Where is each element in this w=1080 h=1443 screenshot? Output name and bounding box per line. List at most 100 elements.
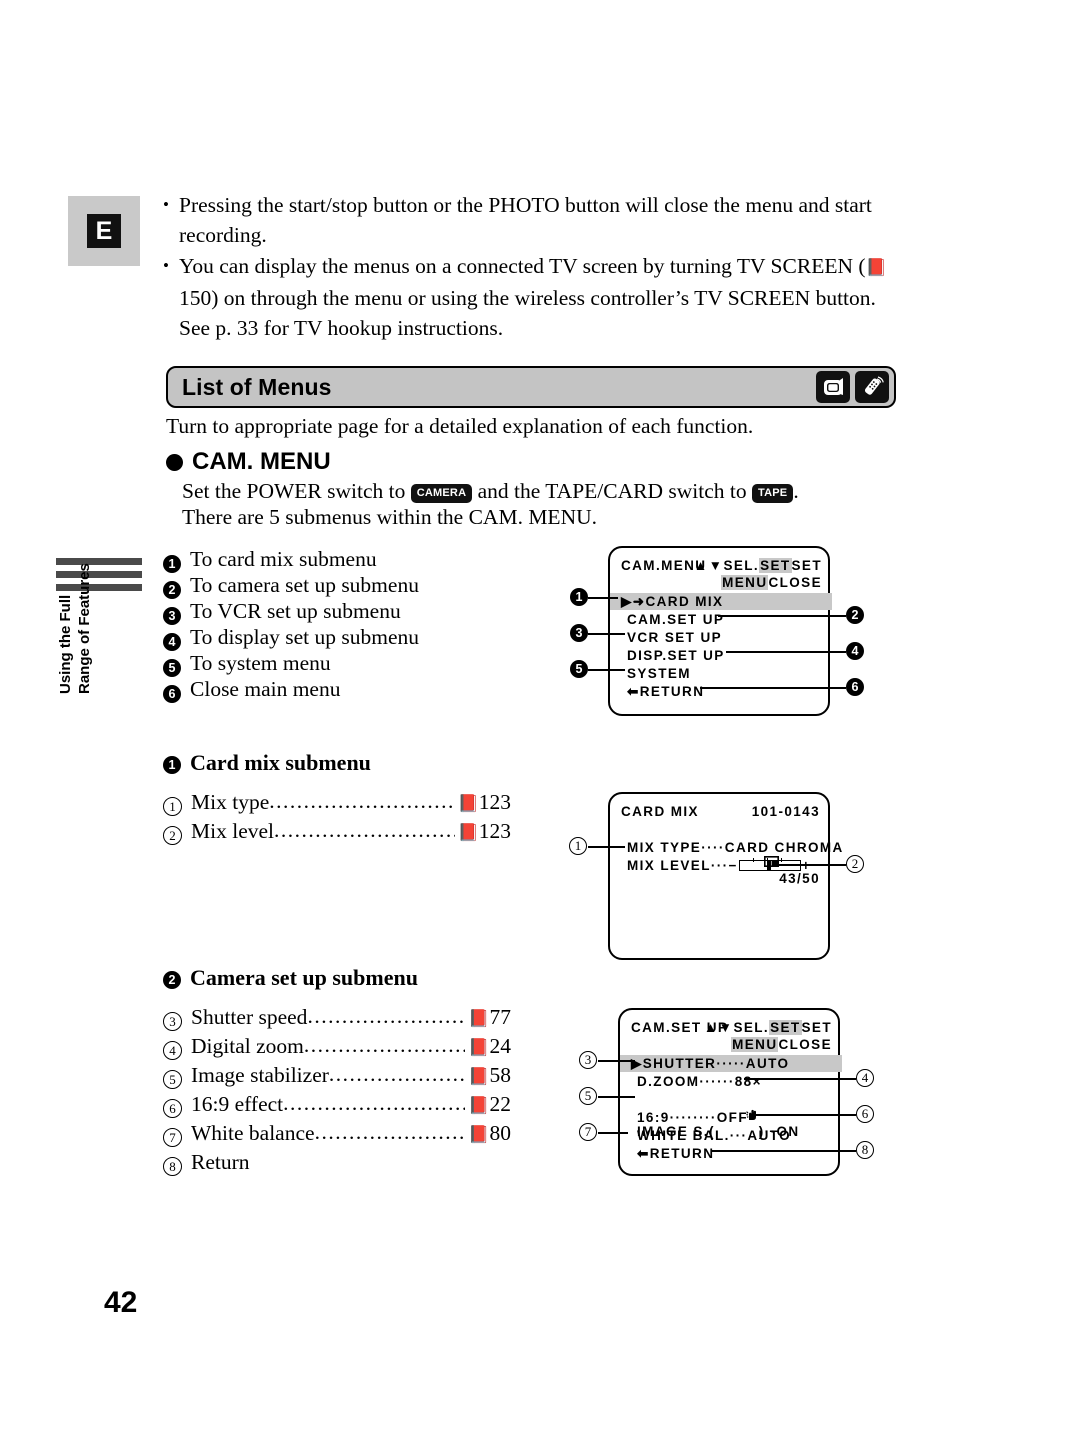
callout-cam-setup-4: 4 <box>856 1069 874 1087</box>
card-mix-subheading-text: Card mix submenu <box>190 750 371 775</box>
set-power-mid: and the TAPE/CARD switch to <box>477 479 747 503</box>
leader-line-2 <box>718 615 846 617</box>
legend-label-6: Close main menu <box>190 677 341 701</box>
set-power-instructions: Set the POWER switch to CAMERA and the T… <box>182 478 882 530</box>
lcd-cam-menu-item-3[interactable]: VCR SET UP <box>627 629 722 646</box>
intro-bullet-2: • You can display the menus on a connect… <box>163 251 893 343</box>
ref-badge-2: 2 <box>163 826 182 845</box>
callout-4: 4 <box>846 642 864 660</box>
callout-cam-setup-5: 5 <box>579 1087 597 1105</box>
legend-badge-5: 5 <box>163 659 181 677</box>
cam-menu-heading: CAM. MENU <box>166 448 331 476</box>
lcd-mix-type-label: MIX TYPE···· <box>627 840 725 855</box>
ref-label-8: Return <box>191 1150 250 1174</box>
ref-leader: ........................................… <box>274 818 455 842</box>
lcd-cam-menu-item-5[interactable]: SYSTEM <box>627 665 691 682</box>
lcd-screen-cam-menu: CAM.MENU ▲▼SEL.SETSET MENUCLOSE ▶➜CARD M… <box>608 546 832 716</box>
card-mix-subheading: 1 Card mix submenu <box>163 750 371 776</box>
leader-line-cam-setup-4 <box>744 1078 856 1080</box>
ref-page-number-3: 77 <box>489 1005 512 1029</box>
page-title: List of Menus <box>182 373 332 400</box>
list-item: 2 To camera set up submenu <box>163 572 419 599</box>
leader-line-3 <box>588 633 625 635</box>
ref-page-5: 📕58 <box>465 1063 511 1088</box>
lcd-card-mix-title: CARD MIX <box>621 804 699 819</box>
camcorder-icon <box>816 371 850 403</box>
lcd-hint-set: SET <box>769 1020 802 1035</box>
ref-leader: ........................................… <box>303 1033 465 1057</box>
camera-setup-subheading-text: Camera set up submenu <box>190 965 418 990</box>
leader-line-card-mix-2 <box>772 864 846 866</box>
book-reference-icon: 📕 <box>468 1125 490 1145</box>
leader-line-5 <box>588 669 625 671</box>
leader-line-cam-setup-3 <box>598 1060 635 1062</box>
mix-level-slider-knob[interactable] <box>766 860 771 871</box>
ref-label-2: Mix level <box>191 819 274 843</box>
intro-bullet-2-paren-open: ( <box>858 254 866 278</box>
lcd-card-mix-row-mix-type[interactable]: MIX TYPE····CARD CHROMA <box>627 839 844 856</box>
callout-cam-setup-7: 7 <box>579 1123 597 1141</box>
lcd-cam-setup-item-white-bal[interactable]: WHITE BAL.···AUTO <box>637 1127 791 1144</box>
ref-leader: ........................................… <box>269 789 455 813</box>
set-power-pre: Set the POWER switch to <box>182 479 406 503</box>
callout-cam-setup-3: 3 <box>579 1051 597 1069</box>
lcd-hint-sel: ▲▼SEL. <box>703 1020 770 1035</box>
list-item: 6 Close main menu <box>163 676 419 703</box>
list-item: 1 To card mix submenu <box>163 546 419 573</box>
ref-page-number-5: 58 <box>489 1063 512 1087</box>
leader-line-cam-setup-6 <box>752 1114 856 1116</box>
legend-badge-3: 3 <box>163 607 181 625</box>
legend-label-2: To camera set up submenu <box>190 573 419 597</box>
list-item: 8 Return <box>163 1150 511 1179</box>
camera-setup-subheading-badge: 2 <box>163 971 181 989</box>
legend-badge-1: 1 <box>163 555 181 573</box>
camera-setup-subheading: 2 Camera set up submenu <box>163 965 418 991</box>
ref-badge-8: 8 <box>163 1157 182 1176</box>
lcd-cam-setup-item-return[interactable]: ⬅RETURN <box>637 1145 714 1162</box>
book-reference-icon: 📕 <box>457 794 479 814</box>
ref-page-4: 📕24 <box>465 1034 511 1059</box>
lcd-card-mix-file-no: 101-0143 <box>751 804 820 819</box>
book-reference-icon: 📕 <box>468 1009 490 1029</box>
callout-2: 2 <box>846 606 864 624</box>
lcd-cam-menu-item-4[interactable]: DISP.SET UP <box>627 647 725 664</box>
lcd-cam-menu-item-6[interactable]: ⬅RETURN <box>627 683 704 700</box>
ref-page-number-4: 24 <box>489 1034 512 1058</box>
intro-bullet-1-text: Pressing the start/stop button or the PH… <box>179 193 872 247</box>
lcd-hint-close: CLOSE <box>768 575 822 590</box>
ref-label-4: Digital zoom <box>191 1034 304 1058</box>
key-tape-badge: TAPE <box>751 484 794 503</box>
lcd-cam-setup-item-169[interactable]: 16:9········OFF <box>637 1109 748 1126</box>
callout-cam-setup-8: 8 <box>856 1141 874 1159</box>
callout-card-mix-2: 2 <box>846 855 864 873</box>
list-item: 1 Mix type .............................… <box>163 789 511 819</box>
card-mix-subheading-badge: 1 <box>163 756 181 774</box>
section-header-bar: List of Menus <box>166 366 896 408</box>
lcd-cam-menu-item-2[interactable]: CAM.SET UP <box>627 611 724 628</box>
bullet-dot-icon: • <box>163 256 169 275</box>
lcd-screen-card-mix: CARD MIX 101-0143 43/50 MIX TYPE····CARD… <box>608 792 842 960</box>
side-tab-label: Using the Full Range of Features <box>56 514 94 694</box>
intro-bullet-2-part2: ) on through the menu or using the wirel… <box>211 286 811 310</box>
lcd-cam-setup-item-shutter[interactable]: ▶SHUTTER·····AUTO <box>620 1055 842 1072</box>
ref-page-number-7: 80 <box>489 1121 512 1145</box>
legend-label-3: To VCR set up submenu <box>190 599 401 623</box>
bullet-dot-icon: • <box>163 195 169 214</box>
lcd-cam-setup-item-dzoom[interactable]: D.ZOOM······88× <box>637 1073 762 1090</box>
lcd-hint-close: CLOSE <box>778 1037 832 1052</box>
language-tab-label: E <box>87 214 121 248</box>
ref-page-number-2: 123 <box>478 819 511 843</box>
ref-badge-5: 5 <box>163 1070 182 1089</box>
filled-bullet-icon <box>166 453 183 471</box>
ref-label-6: 16:9 effect <box>191 1092 284 1116</box>
intro-bullet-2-part1: You can display the menus on a connected… <box>179 254 853 278</box>
lcd-cam-menu-item-1[interactable]: ▶➜CARD MIX <box>610 593 832 610</box>
ref-badge-4: 4 <box>163 1041 182 1060</box>
submenu-count-line: There are 5 submenus within the CAM. MEN… <box>182 505 597 529</box>
ref-page-1: 📕123 <box>455 790 511 815</box>
callout-card-mix-1: 1 <box>569 837 587 855</box>
callout-1: 1 <box>570 588 588 606</box>
callout-5: 5 <box>570 660 588 678</box>
cam-menu-heading-text: CAM. MENU <box>192 448 331 475</box>
list-item: 5 To system menu <box>163 650 419 677</box>
